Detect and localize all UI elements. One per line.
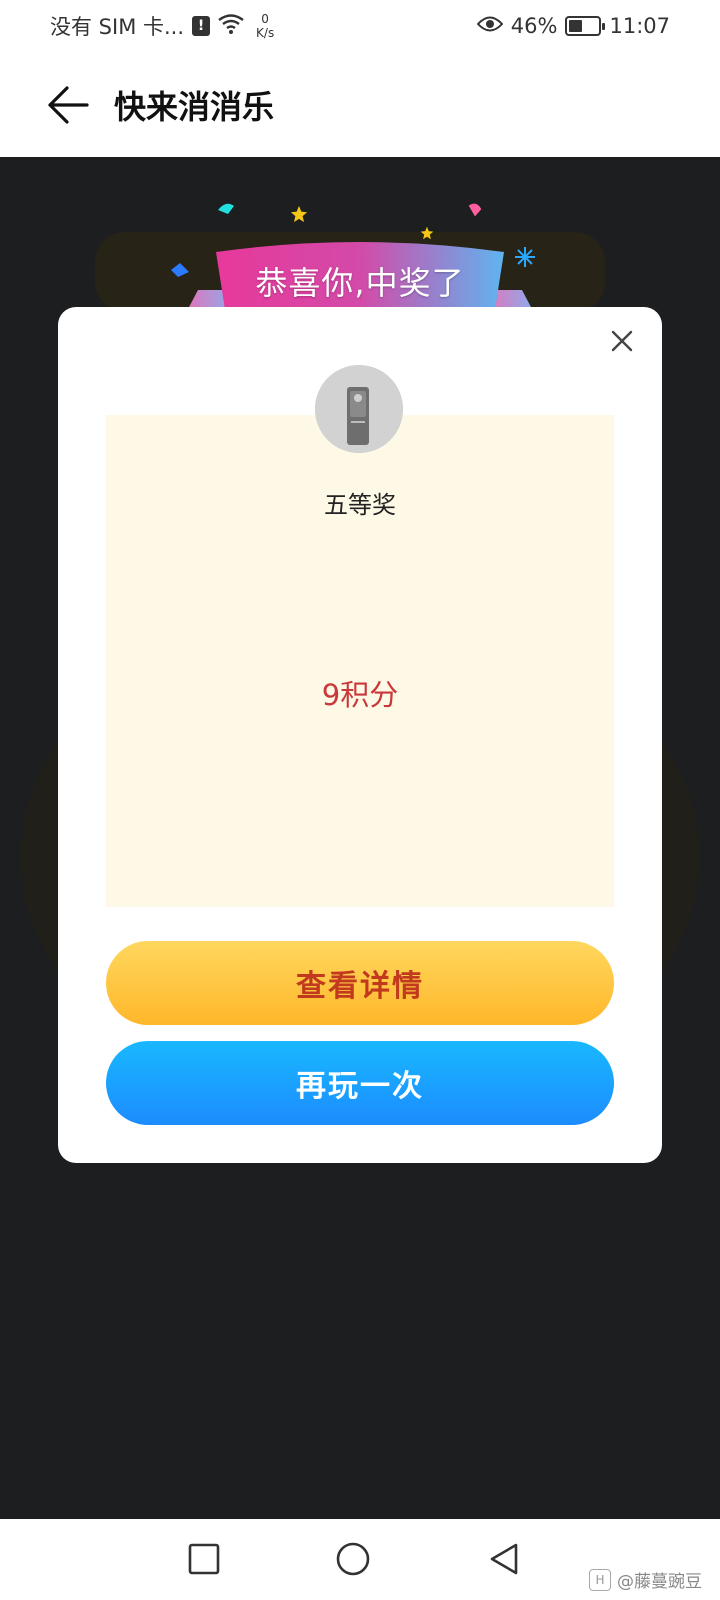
system-nav-bar: H @藤蔓豌豆	[0, 1519, 720, 1600]
ribbon-text: 恭喜你,中奖了	[255, 264, 465, 302]
status-bar: 没有 SIM 卡... ! 0 K/s 46% 11:07	[0, 0, 720, 52]
wifi-icon	[218, 13, 244, 39]
circle-icon	[336, 1542, 370, 1576]
app-header: 快来消消乐	[0, 52, 720, 157]
watermark-logo-icon: H	[589, 1568, 611, 1591]
speed-unit: K/s	[256, 26, 275, 40]
prize-amount: 9积分	[321, 678, 399, 712]
watermark-text: @藤蔓豌豆	[617, 1572, 702, 1592]
close-icon	[611, 330, 633, 352]
back-nav-button[interactable]	[486, 1541, 522, 1577]
status-right: 46% 11:07	[476, 14, 670, 38]
prize-modal: 五等奖 9积分 查看详情 再玩一次	[58, 307, 662, 1163]
eye-icon	[476, 14, 504, 38]
sim-alert-icon: !	[192, 16, 211, 36]
network-speed: 0 K/s	[256, 12, 274, 40]
battery-percent: 46%	[510, 14, 558, 38]
speed-value: 0	[261, 12, 269, 26]
confetti-icon	[218, 203, 234, 214]
back-arrow-icon	[48, 85, 89, 124]
close-button[interactable]	[602, 321, 642, 361]
home-button[interactable]	[335, 1541, 371, 1577]
carrier-text: 没有 SIM 卡...	[50, 15, 185, 39]
back-button[interactable]	[44, 81, 92, 129]
battery-icon	[565, 16, 606, 36]
triangle-back-icon	[490, 1543, 518, 1575]
star-icon	[290, 205, 308, 223]
battery-fill	[569, 20, 583, 32]
play-again-button[interactable]: 再玩一次	[106, 1041, 614, 1125]
recent-apps-button[interactable]	[186, 1541, 222, 1577]
square-icon	[188, 1543, 220, 1575]
prize-image	[315, 365, 403, 453]
watermark: H @藤蔓豌豆	[589, 1567, 702, 1592]
prize-level: 五等奖	[324, 491, 396, 519]
page-title: 快来消消乐	[114, 87, 275, 126]
usb-drive-image	[315, 365, 403, 453]
status-left: 没有 SIM 卡... ! 0 K/s	[50, 11, 274, 41]
view-details-button[interactable]: 查看详情	[106, 941, 614, 1025]
clock: 11:07	[609, 14, 670, 38]
confetti-icon	[468, 203, 482, 217]
